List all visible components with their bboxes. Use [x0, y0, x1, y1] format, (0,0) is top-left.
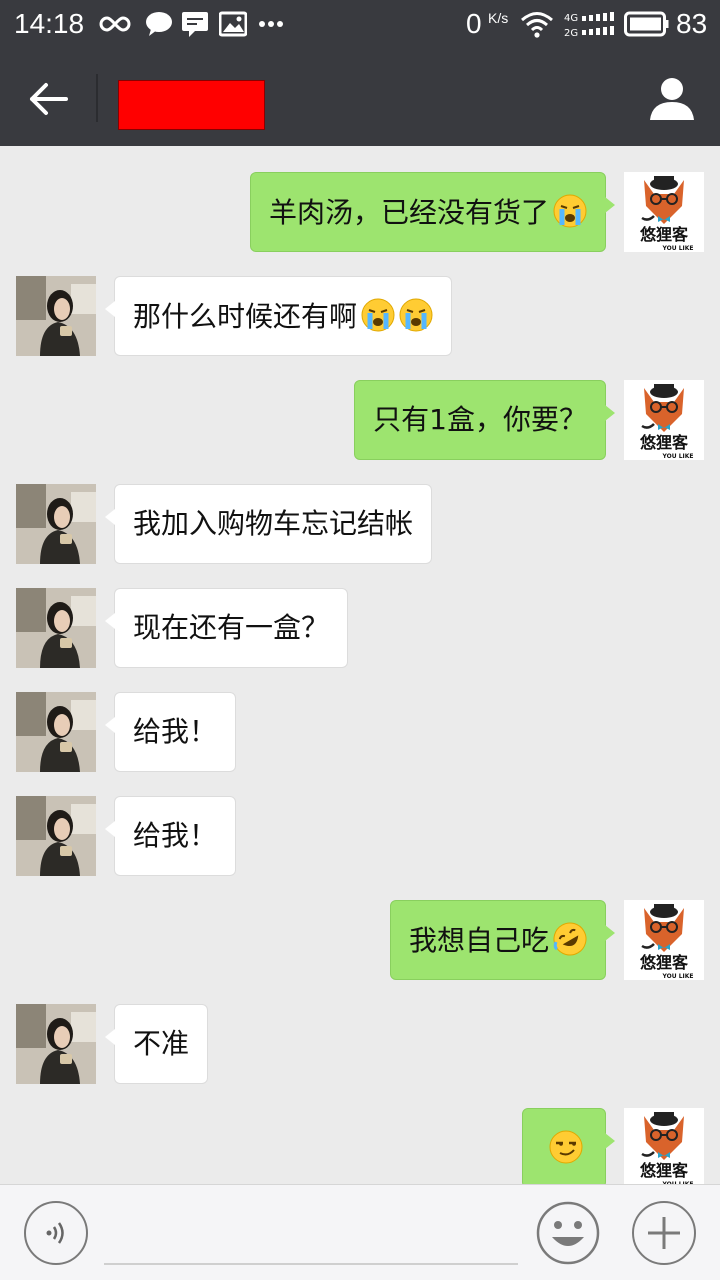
voice-button[interactable] [24, 1201, 88, 1265]
crying-emoji-icon [361, 298, 395, 332]
smiley-icon [536, 1201, 600, 1265]
message-bubble-icon [144, 9, 174, 39]
contact-avatar[interactable] [16, 588, 96, 668]
svg-text:2G: 2G [564, 28, 578, 38]
my-avatar[interactable]: 悠狸客YOU LIKE [624, 1108, 704, 1184]
my-avatar[interactable]: 悠狸客YOU LIKE [624, 900, 704, 980]
svg-text:4G: 4G [564, 13, 578, 24]
person-icon [650, 78, 694, 120]
svg-text:悠狸客: 悠狸客 [639, 1161, 689, 1180]
more-button[interactable] [632, 1201, 696, 1265]
more-dots-icon [258, 9, 284, 39]
signal-icon: 4G 2G [564, 9, 618, 39]
smirk-emoji-icon [549, 1130, 583, 1164]
contact-avatar[interactable] [16, 796, 96, 876]
my-avatar[interactable]: 悠狸客YOU LIKE [624, 172, 704, 252]
message-text: 羊肉汤，已经没有货了 [268, 196, 549, 229]
crying-emoji-icon [553, 194, 587, 228]
message-text: 现在还有一盒？ [133, 611, 330, 644]
battery-icon [624, 9, 670, 39]
chat-title-redacted [118, 80, 265, 130]
incoming-message-bubble[interactable]: 我加入购物车忘记结帐 [104, 484, 433, 564]
contact-avatar[interactable] [16, 1004, 96, 1084]
voice-icon [46, 1222, 64, 1244]
outgoing-message-bubble[interactable]: 只有1盒，你要？ [354, 380, 615, 460]
crying-emoji-icon [399, 298, 433, 332]
status-bar: 14:18 0 K/s 4G 2G 83 [0, 0, 720, 50]
plus-icon [648, 1217, 680, 1249]
message-text: 那什么时候还有啊 [133, 300, 358, 333]
outgoing-message-bubble[interactable] [522, 1108, 615, 1184]
incoming-message-bubble[interactable]: 不准 [104, 1004, 209, 1084]
wifi-icon [520, 9, 554, 39]
net-speed-unit: K/s [488, 10, 509, 26]
emoji-button[interactable] [536, 1201, 600, 1265]
profile-button[interactable] [648, 74, 696, 122]
input-bar [0, 1184, 720, 1280]
my-avatar[interactable]: 悠狸客YOU LIKE [624, 380, 704, 460]
contact-avatar[interactable] [16, 276, 96, 356]
svg-text:悠狸客: 悠狸客 [639, 953, 689, 972]
svg-text:YOU LIKE: YOU LIKE [662, 973, 694, 980]
svg-text:YOU LIKE: YOU LIKE [662, 245, 694, 252]
image-icon [218, 9, 248, 39]
message-input[interactable] [104, 1205, 518, 1265]
message-text: 不准 [133, 1027, 190, 1060]
svg-text:悠狸客: 悠狸客 [639, 433, 689, 452]
arrow-left-icon [30, 83, 68, 115]
chat-icon [180, 9, 210, 39]
status-time: 14:18 [14, 8, 85, 39]
message-text: 只有1盒，你要？ [373, 403, 587, 436]
incoming-message-bubble[interactable]: 现在还有一盒？ [104, 588, 349, 668]
contact-avatar[interactable] [16, 484, 96, 564]
laughing-emoji-icon [553, 922, 587, 956]
infinity-icon [98, 9, 132, 39]
outgoing-message-bubble[interactable]: 我想自己吃 [389, 900, 616, 980]
incoming-message-bubble[interactable]: 那什么时候还有啊 [104, 276, 453, 356]
header-divider [96, 74, 98, 122]
svg-text:YOU LIKE: YOU LIKE [662, 453, 694, 460]
message-text: 给我！ [133, 715, 218, 748]
message-text: 我加入购物车忘记结帐 [133, 507, 414, 540]
chat-header [0, 50, 720, 146]
outgoing-message-bubble[interactable]: 羊肉汤，已经没有货了 [249, 172, 616, 252]
back-button[interactable] [28, 78, 70, 120]
net-speed: 0 [466, 8, 482, 39]
battery-percent: 83 [676, 8, 708, 39]
incoming-message-bubble[interactable]: 给我！ [104, 796, 237, 876]
contact-avatar[interactable] [16, 692, 96, 772]
message-text: 我想自己吃 [408, 924, 549, 957]
incoming-message-bubble[interactable]: 给我！ [104, 692, 237, 772]
svg-text:悠狸客: 悠狸客 [639, 225, 689, 244]
message-text: 给我！ [133, 819, 218, 852]
message-list[interactable]: 悠狸客 YOU LIKE 羊肉汤，已经没有货了 那什么时候还有啊 悠狸客 YOU LIKE… [0, 146, 720, 1184]
